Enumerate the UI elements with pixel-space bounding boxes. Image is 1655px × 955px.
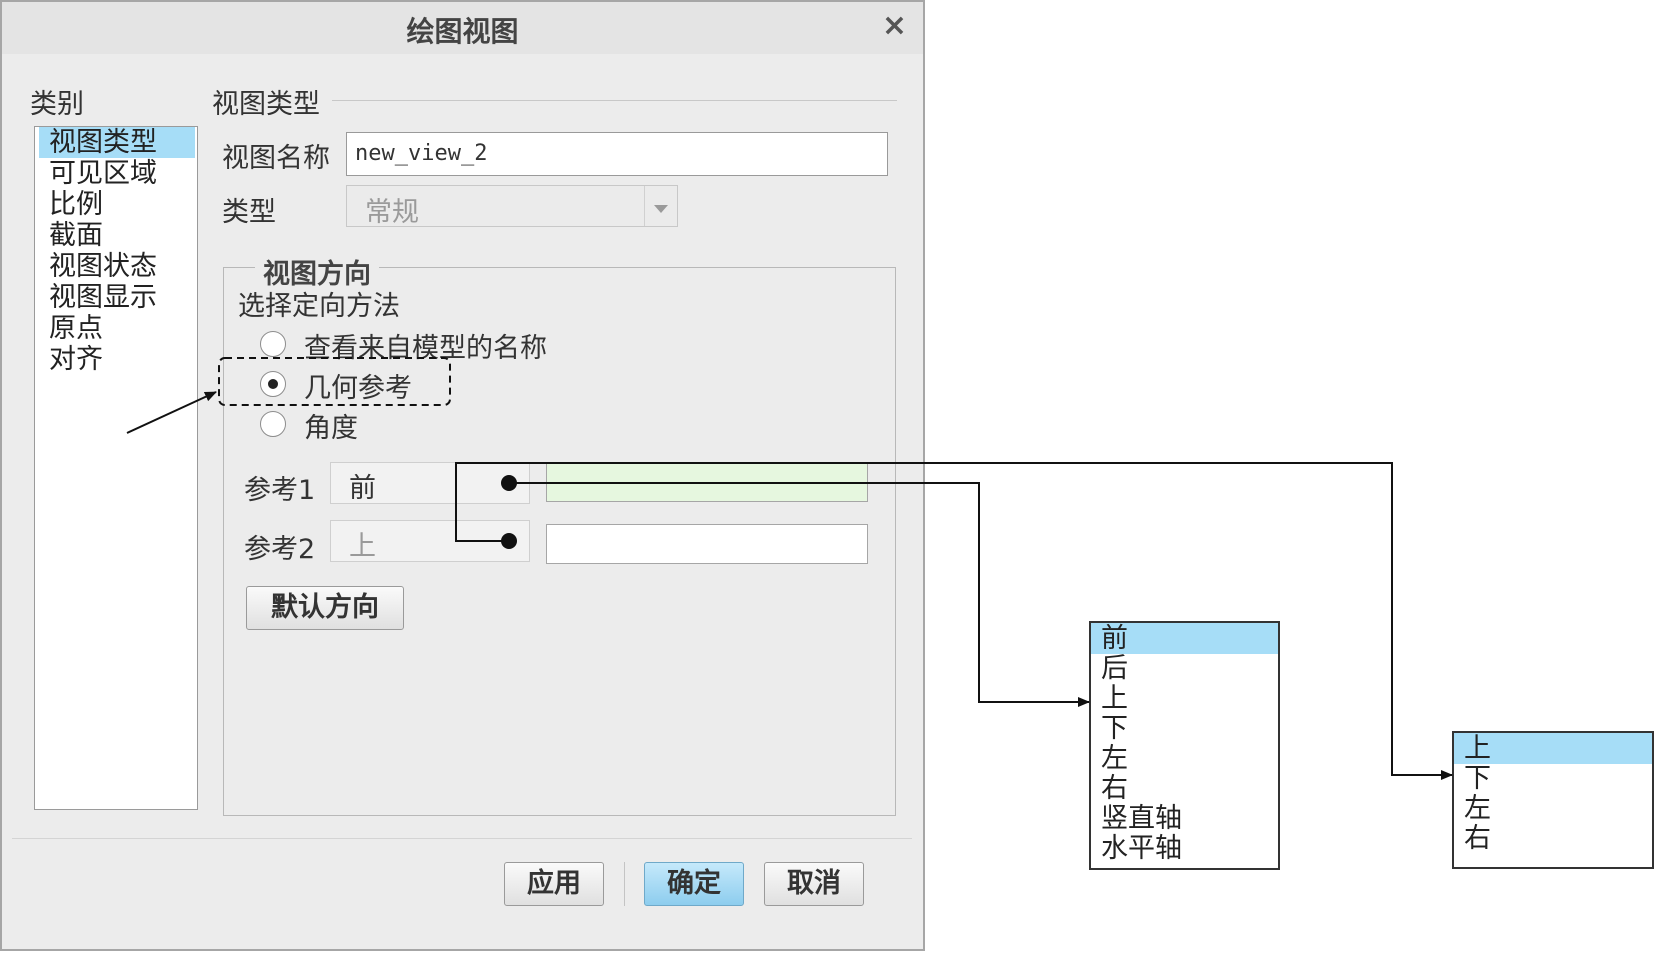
reference2-connector-line xyxy=(455,462,1453,780)
annotation-overlay xyxy=(126,357,1453,780)
pointer-arrow xyxy=(126,391,217,434)
reference1-connector-line xyxy=(509,482,1090,707)
highlight-dashed-box xyxy=(218,357,451,406)
